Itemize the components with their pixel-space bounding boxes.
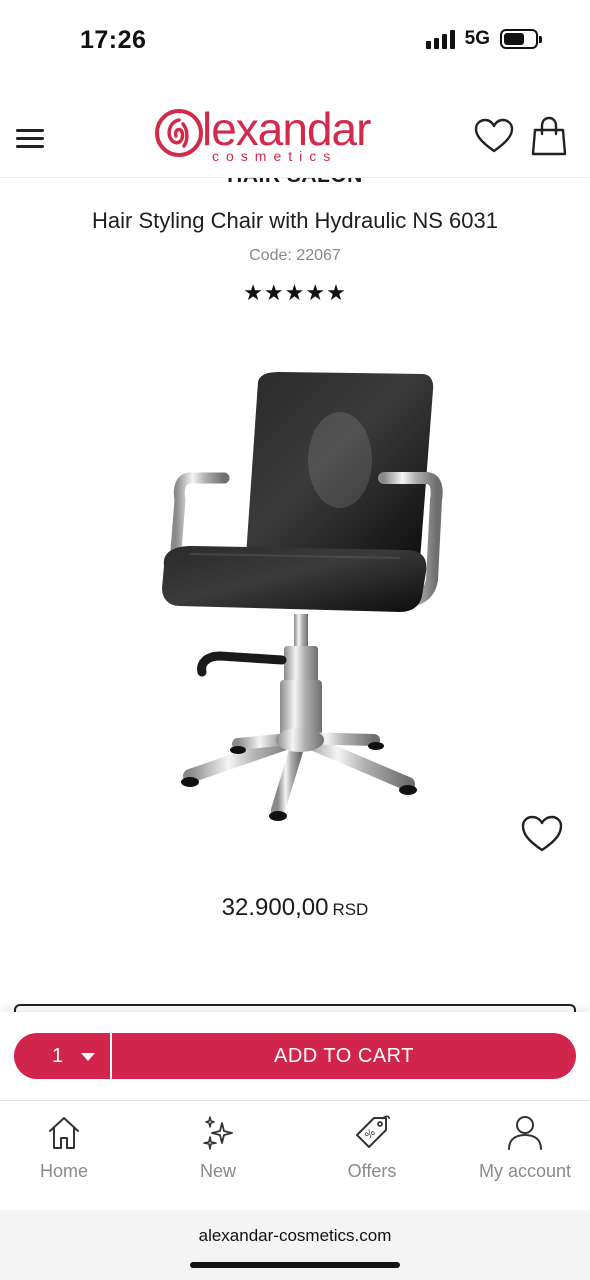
quantity-value: 1: [52, 1045, 64, 1067]
product-title: Hair Styling Chair with Hydraulic NS 603…: [92, 208, 498, 233]
nav-item-account[interactable]: My account: [451, 1101, 590, 1211]
nav-label-offers: Offers: [347, 1161, 397, 1181]
brand-logo[interactable]: lexandar cosmetics: [152, 104, 386, 166]
status-time: 17:26: [80, 26, 147, 54]
bottom-navigation: Home New % Offers My account: [0, 1100, 590, 1210]
brand-tagline: cosmetics: [212, 148, 338, 164]
site-header: lexandar cosmetics: [0, 96, 590, 178]
network-type: 5G: [464, 28, 490, 49]
product-image[interactable]: [150, 360, 450, 830]
brand-name: lexandar: [202, 103, 371, 155]
rating-stars[interactable]: ★★★★★: [0, 280, 590, 306]
quantity-select[interactable]: 1: [14, 1033, 110, 1079]
browser-url-bar[interactable]: alexandar-cosmetics.com: [0, 1210, 590, 1280]
product-code: Code: 22067: [249, 247, 341, 264]
signal-icon: [425, 29, 455, 49]
logo-mark-icon: [155, 109, 203, 157]
hamburger-menu-icon[interactable]: [16, 126, 46, 150]
nav-label-home: Home: [39, 1161, 88, 1181]
add-to-cart-button[interactable]: ADD TO CART: [112, 1033, 576, 1079]
user-icon: [508, 1116, 542, 1150]
status-bar: 17:26 5G: [0, 0, 590, 80]
status-indicators: 5G: [425, 28, 542, 50]
home-icon: [49, 1117, 79, 1149]
nav-item-home[interactable]: Home: [0, 1101, 138, 1211]
nav-label-account: My account: [478, 1161, 572, 1181]
price-value: 32.900,00: [221, 894, 329, 921]
battery-icon: [500, 29, 542, 49]
heart-icon[interactable]: [474, 118, 514, 154]
price-tag-icon: %: [356, 1115, 390, 1148]
product-price: 32.900,00 RSD: [0, 894, 590, 922]
url-text[interactable]: alexandar-cosmetics.com: [0, 1226, 590, 1246]
caret-down-icon: [81, 1053, 95, 1061]
add-to-wishlist-icon[interactable]: [520, 814, 564, 854]
price-currency: RSD: [332, 900, 369, 919]
nav-item-new[interactable]: New: [144, 1101, 292, 1211]
nav-label-new: New: [199, 1161, 236, 1181]
sparkles-icon: [203, 1116, 233, 1150]
home-indicator[interactable]: [190, 1262, 400, 1268]
add-to-cart-bar: 1 ADD TO CART: [0, 1012, 590, 1100]
nav-item-offers[interactable]: % Offers: [298, 1101, 446, 1211]
shopping-bag-icon[interactable]: [530, 116, 568, 156]
